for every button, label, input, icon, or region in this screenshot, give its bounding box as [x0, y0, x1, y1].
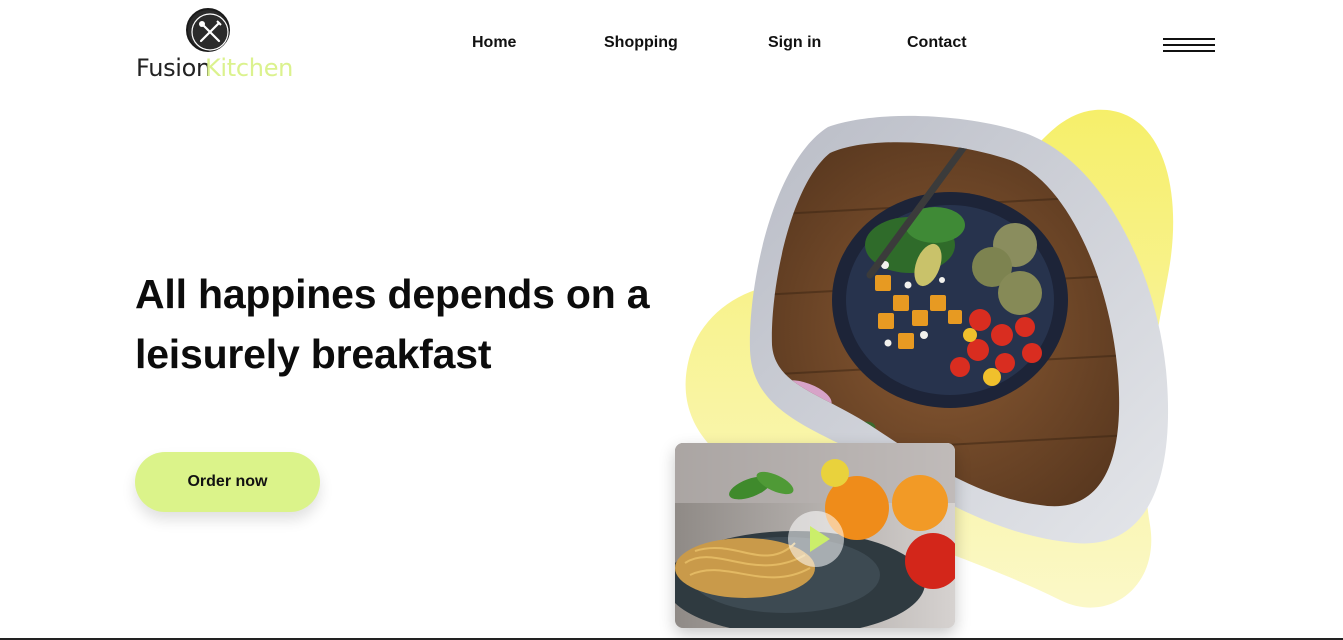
- nav-item-sign-in[interactable]: Sign in: [768, 34, 821, 52]
- brand-name-part1: Fusion: [136, 54, 211, 82]
- play-icon[interactable]: [788, 511, 844, 567]
- video-thumbnail-card[interactable]: [675, 443, 955, 628]
- nav-item-shopping[interactable]: Shopping: [604, 34, 678, 52]
- brand-name-part2: Kitchen: [204, 54, 294, 82]
- brand-logo[interactable]: FusionKitchen: [136, 8, 296, 82]
- landing-page: FusionKitchen Home Shopping Sign in Cont…: [0, 0, 1343, 640]
- fork-knife-icon: [186, 8, 230, 52]
- nav-item-home[interactable]: Home: [472, 34, 516, 52]
- hero-headline-line1: All happines depends on a: [135, 271, 650, 317]
- hero-headline: All happines depends on a leisurely brea…: [135, 264, 695, 384]
- hero-headline-line2: leisurely breakfast: [135, 331, 492, 377]
- order-now-button[interactable]: Order now: [135, 452, 320, 512]
- nav-item-contact[interactable]: Contact: [907, 34, 967, 52]
- brand-name: FusionKitchen: [136, 54, 293, 82]
- hamburger-menu-icon[interactable]: [1163, 36, 1215, 54]
